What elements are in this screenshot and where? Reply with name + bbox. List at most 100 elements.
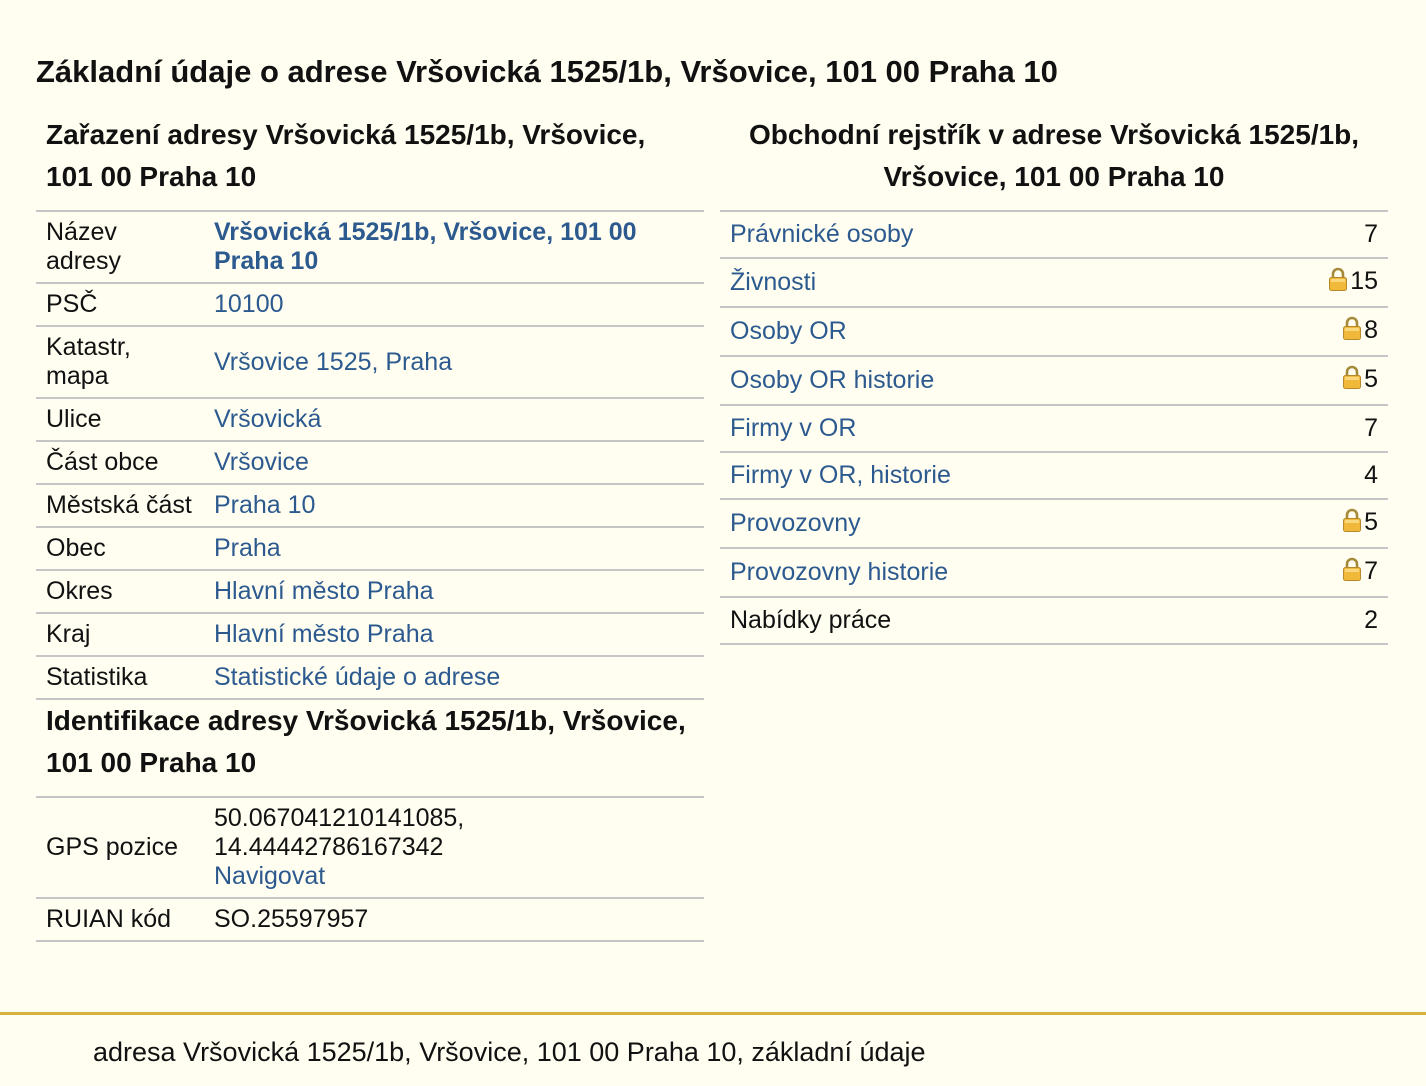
cadastre-link[interactable]: Vršovice 1525, Praha: [214, 348, 452, 376]
identification-heading: Identifikace adresy Vršovická 1525/1b, V…: [46, 705, 686, 778]
table-row: Obec Praha: [36, 527, 704, 571]
classification-heading: Zařazení adresy Vršovická 1525/1b, Vršov…: [46, 119, 646, 192]
table-row: Ulice Vršovická: [36, 398, 704, 442]
row-label: Část obce: [36, 441, 206, 485]
register-count-cell: 5: [1278, 356, 1388, 406]
footer-text: adresa Vršovická 1525/1b, Vršovice, 101 …: [93, 1037, 926, 1067]
padlock-icon: [1342, 365, 1362, 396]
navigate-link[interactable]: Navigovat: [214, 862, 325, 890]
district-part-link[interactable]: Vršovice: [214, 448, 309, 476]
register-row-label-cell: Osoby OR: [720, 307, 1278, 357]
table-row: Firmy v OR, historie 4: [720, 452, 1388, 500]
page-title: Základní údaje o adrese Vršovická 1525/1…: [36, 54, 1058, 89]
row-label: Název adresy: [36, 211, 206, 284]
table-row: RUIAN kód SO.25597957: [36, 898, 704, 942]
classification-table: Název adresy Vršovická 1525/1b, Vršovice…: [36, 210, 704, 700]
row-label: Okres: [36, 570, 206, 614]
row-label: GPS pozice: [36, 797, 206, 899]
row-label: Kraj: [36, 613, 206, 657]
register-link[interactable]: Provozovny historie: [730, 558, 948, 586]
table-row: Kraj Hlavní město Praha: [36, 613, 704, 657]
ruian-value: SO.25597957: [206, 898, 704, 942]
register-count: 2: [1364, 606, 1378, 634]
street-link[interactable]: Vršovická: [214, 405, 321, 433]
identification-table: GPS pozice 50.067041210141085, 14.444427…: [36, 796, 704, 942]
register-link[interactable]: Osoby OR: [730, 317, 847, 345]
address-name-link[interactable]: Vršovická 1525/1b, Vršovice, 101 00 Prah…: [214, 218, 637, 275]
business-register-section: Obchodní rejstřík v adrese Vršovická 152…: [720, 110, 1388, 645]
register-row-label-cell: Právnické osoby: [720, 211, 1278, 259]
row-label: Statistika: [36, 656, 206, 700]
register-link[interactable]: Firmy v OR, historie: [730, 461, 951, 489]
table-row: PSČ 10100: [36, 283, 704, 327]
table-row: Právnické osoby 7: [720, 211, 1388, 259]
row-label: PSČ: [36, 283, 206, 327]
register-row-label-cell: Firmy v OR, historie: [720, 452, 1278, 500]
register-link[interactable]: Právnické osoby: [730, 220, 913, 248]
region-link[interactable]: Hlavní město Praha: [214, 620, 434, 648]
register-count: 7: [1364, 414, 1378, 442]
register-count-cell: 7: [1278, 211, 1388, 259]
register-count: 7: [1364, 220, 1378, 248]
register-count: 15: [1350, 267, 1378, 295]
table-row: Okres Hlavní město Praha: [36, 570, 704, 614]
table-row: Provozovny historie 7: [720, 548, 1388, 598]
table-row: Katastr, mapa Vršovice 1525, Praha: [36, 326, 704, 399]
register-count: 8: [1364, 316, 1378, 344]
table-row: Živnosti 15: [720, 258, 1388, 308]
padlock-icon: [1342, 508, 1362, 539]
register-link[interactable]: Provozovny: [730, 509, 861, 537]
padlock-icon: [1342, 316, 1362, 347]
business-register-table: Právnické osoby 7 Živnosti 15 Osoby OR 8 Osoby…: [720, 210, 1388, 645]
table-row: Osoby OR historie 5: [720, 356, 1388, 406]
register-count-cell: 8: [1278, 307, 1388, 357]
gps-latitude: 50.067041210141085,: [214, 804, 465, 832]
register-count-cell: 4: [1278, 452, 1388, 500]
register-count-cell: 5: [1278, 499, 1388, 549]
address-classification-section: Zařazení adresy Vršovická 1525/1b, Vršov…: [36, 110, 704, 942]
table-row: Část obce Vršovice: [36, 441, 704, 485]
register-row-label-cell: Provozovny: [720, 499, 1278, 549]
municipality-link[interactable]: Praha: [214, 534, 281, 562]
gps-longitude: 14.44442786167342: [214, 833, 444, 861]
table-row: Provozovny 5: [720, 499, 1388, 549]
register-count-cell: 2: [1278, 597, 1388, 645]
business-register-heading: Obchodní rejstřík v adrese Vršovická 152…: [748, 119, 1360, 192]
table-row: Nabídky práce 2: [720, 597, 1388, 645]
register-count: 4: [1364, 461, 1378, 489]
table-row: Název adresy Vršovická 1525/1b, Vršovice…: [36, 211, 704, 284]
row-label: Obec: [36, 527, 206, 571]
statistics-link[interactable]: Statistické údaje o adrese: [214, 663, 500, 691]
register-count-cell: 15: [1278, 258, 1388, 308]
table-row: GPS pozice 50.067041210141085, 14.444427…: [36, 797, 704, 899]
register-row-label-cell: Osoby OR historie: [720, 356, 1278, 406]
register-row-label-cell: Živnosti: [720, 258, 1278, 308]
row-label: Ulice: [36, 398, 206, 442]
register-row-label-cell: Firmy v OR: [720, 405, 1278, 453]
gps-value: 50.067041210141085, 14.44442786167342 Na…: [206, 797, 704, 899]
register-row-label-cell: Provozovny historie: [720, 548, 1278, 598]
table-row: Osoby OR 8: [720, 307, 1388, 357]
register-link[interactable]: Firmy v OR: [730, 414, 856, 442]
register-link[interactable]: Osoby OR historie: [730, 366, 934, 394]
register-link[interactable]: Živnosti: [730, 268, 816, 296]
padlock-icon: [1328, 267, 1348, 298]
table-row: Statistika Statistické údaje o adrese: [36, 656, 704, 700]
county-link[interactable]: Hlavní město Praha: [214, 577, 434, 605]
row-label: Městská část: [36, 484, 206, 528]
table-row: Městská část Praha 10: [36, 484, 704, 528]
row-label: RUIAN kód: [36, 898, 206, 942]
footer-divider: [0, 1012, 1426, 1015]
table-row: Firmy v OR 7: [720, 405, 1388, 453]
padlock-icon: [1342, 557, 1362, 588]
register-row-label-cell: Nabídky práce: [720, 597, 1278, 645]
city-district-link[interactable]: Praha 10: [214, 491, 315, 519]
register-count: 5: [1364, 508, 1378, 536]
register-count: 7: [1364, 557, 1378, 585]
postal-code-link[interactable]: 10100: [214, 290, 284, 318]
register-count-cell: 7: [1278, 405, 1388, 453]
register-count-cell: 7: [1278, 548, 1388, 598]
register-label: Nabídky práce: [730, 606, 892, 634]
row-label: Katastr, mapa: [36, 326, 206, 399]
register-count: 5: [1364, 365, 1378, 393]
